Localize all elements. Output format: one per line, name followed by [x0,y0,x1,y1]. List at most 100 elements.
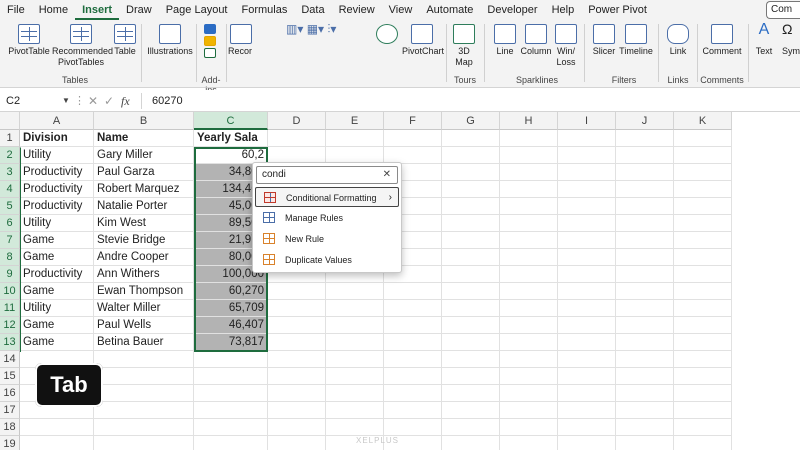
cell[interactable] [674,317,732,334]
cell-division[interactable]: Game [20,232,94,249]
cell[interactable] [442,215,500,232]
cell[interactable] [268,385,326,402]
comment-button[interactable]: Comment [700,24,744,57]
cell[interactable] [20,419,94,436]
more-options-icon[interactable]: ⋮ [74,92,85,110]
cell[interactable] [674,419,732,436]
tab-help[interactable]: Help [545,0,582,20]
cell[interactable] [94,351,194,368]
cell[interactable] [558,368,616,385]
cell[interactable] [616,402,674,419]
cell[interactable] [558,164,616,181]
column-header-h[interactable]: H [500,112,558,130]
cell[interactable] [558,232,616,249]
cell[interactable] [558,249,616,266]
cell[interactable] [616,266,674,283]
cell-salary[interactable]: 65,709 [194,300,268,317]
cell[interactable] [384,283,442,300]
cell[interactable] [500,181,558,198]
row-header[interactable]: 14 [0,351,20,368]
column-header-a[interactable]: A [20,112,94,130]
search-result-new-rule[interactable]: New Rule [255,229,399,249]
cell-name[interactable]: Betina Bauer [94,334,194,351]
pivotchart-button[interactable]: PivotChart [402,24,444,57]
cell[interactable] [616,351,674,368]
cell[interactable] [674,402,732,419]
cell[interactable] [558,147,616,164]
cell[interactable] [674,283,732,300]
cell[interactable] [384,385,442,402]
cell[interactable] [500,249,558,266]
cell[interactable] [384,130,442,147]
cell[interactable] [500,368,558,385]
column-header-k[interactable]: K [674,112,732,130]
cell[interactable] [674,164,732,181]
cell[interactable] [616,334,674,351]
cell[interactable] [616,232,674,249]
cell[interactable] [442,198,500,215]
header-cell-yearly-salary[interactable]: Yearly Sala [194,130,268,147]
cell[interactable] [194,402,268,419]
cell[interactable] [674,130,732,147]
row-header[interactable]: 7 [0,232,20,249]
pivottable-button[interactable]: PivotTable [8,24,50,57]
cell[interactable] [558,436,616,450]
cell-name[interactable]: Kim West [94,215,194,232]
cell[interactable] [558,402,616,419]
row-header[interactable]: 1 [0,130,20,147]
cell[interactable] [268,130,326,147]
tab-power-pivot[interactable]: Power Pivot [581,0,654,20]
select-all-corner[interactable] [0,112,20,130]
cell-name[interactable]: Gary Miller [94,147,194,164]
cell[interactable] [616,419,674,436]
cell[interactable] [500,334,558,351]
clear-search-icon[interactable]: ✕ [383,167,391,183]
cell-salary[interactable]: 60,270 [194,283,268,300]
cell-name[interactable]: Robert Marquez [94,181,194,198]
cell[interactable] [268,419,326,436]
row-header[interactable]: 4 [0,181,20,198]
cell[interactable] [442,232,500,249]
cell[interactable] [500,147,558,164]
row-header[interactable]: 5 [0,198,20,215]
name-box[interactable]: C2 [4,92,70,110]
cell[interactable] [500,164,558,181]
cell-division[interactable]: Productivity [20,181,94,198]
cell[interactable] [94,368,194,385]
search-result-manage-rules[interactable]: Manage Rules [255,208,399,228]
cell[interactable] [674,368,732,385]
cell-name[interactable]: Paul Wells [94,317,194,334]
cell[interactable] [384,368,442,385]
cell[interactable] [558,300,616,317]
row-header[interactable]: 18 [0,419,20,436]
tab-data[interactable]: Data [294,0,331,20]
cell[interactable] [616,181,674,198]
cell[interactable] [384,334,442,351]
cell[interactable] [20,436,94,450]
cell[interactable] [616,147,674,164]
enter-icon[interactable]: ✓ [104,92,114,110]
tab-insert[interactable]: Insert [75,0,120,20]
search-input[interactable]: condi ✕ [256,166,398,184]
timeline-button[interactable]: Timeline [618,24,654,57]
cell[interactable] [442,164,500,181]
cell[interactable] [442,130,500,147]
cell[interactable] [500,283,558,300]
tab-automate[interactable]: Automate [419,0,480,20]
cell[interactable] [194,351,268,368]
cell[interactable] [442,385,500,402]
cell[interactable] [616,436,674,450]
cell[interactable] [194,419,268,436]
cell[interactable] [442,334,500,351]
addins-button[interactable] [200,24,220,60]
cell-name[interactable]: Ewan Thompson [94,283,194,300]
cell[interactable] [558,181,616,198]
cell[interactable] [94,385,194,402]
cell[interactable] [674,334,732,351]
cell[interactable] [384,351,442,368]
cell-division[interactable]: Utility [20,215,94,232]
cell[interactable] [384,402,442,419]
row-header[interactable]: 16 [0,385,20,402]
illustrations-button[interactable]: Illustrations [146,24,194,57]
cell[interactable] [500,351,558,368]
